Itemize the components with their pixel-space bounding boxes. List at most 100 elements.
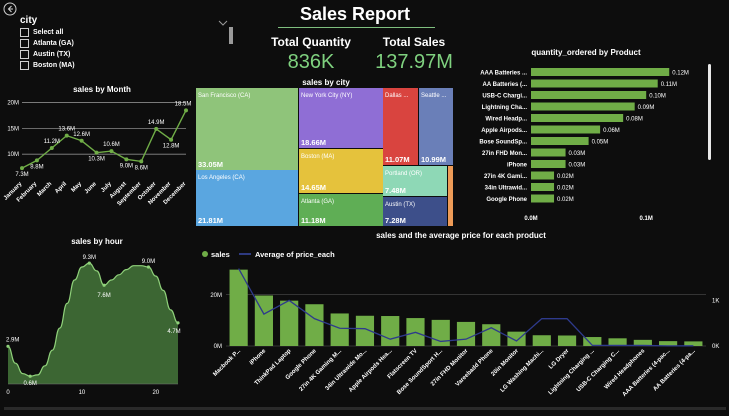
x-tick-label: Apple Airpods Hea... [348,348,394,394]
y-category-label: 34in Ultrawid... [485,186,528,192]
back-arrow-icon[interactable] [3,2,17,16]
checkbox[interactable] [20,60,29,70]
quantity-by-product-chart: quantity_ordered by Product AAA Batterie… [479,48,689,222]
data-label: 14.9M [148,120,165,126]
x-tick-label: July [100,181,113,194]
tile-value: 14.65M [301,183,326,192]
x-tick-label: LG Dryer [548,348,571,371]
x-tick-label: AAA Batteries (4-pac... [622,348,672,398]
data-label: 2.9M [6,337,19,343]
tile-value: 11.18M [301,216,326,225]
tile-label: Seattle ... [421,93,447,99]
data-label: 12.8M [163,144,180,150]
tile-label: New York City (NY) [301,93,352,99]
data-label: 0.02M [557,197,574,203]
kpi-total-sales: Total Sales 137.97M [368,35,460,74]
chart-title: sales by city [302,78,350,87]
data-label: 18.5M [175,101,192,107]
x-tick-label: AA Batteries (4-pa... [652,348,697,393]
data-point [102,283,106,287]
tile-label: San Francisco (CA) [198,93,250,99]
data-label: 7.6M [97,293,110,299]
sales-bar [305,304,324,346]
city-slicer: city Select all Atlanta (GA) Austin (TX)… [20,15,130,71]
bar [531,160,566,168]
data-label: 10.3M [88,157,105,163]
slicer-item-label: Austin (TX) [33,51,71,58]
bar [531,91,647,99]
scrollbar[interactable] [708,64,711,160]
kpi-value: 137.97M [375,51,453,73]
bottom-scrollbar[interactable] [4,407,726,410]
data-label: 0.03M [569,163,586,169]
x-tick-label: iPhone [249,348,268,367]
kpi-value: 836K [287,51,335,73]
tile-label: Austin (TX) [385,202,415,208]
bar [531,194,555,203]
y-tick-label: 10M [7,152,19,158]
data-point [79,138,84,143]
data-label: 8.6M [135,165,148,171]
y-category-label: Lightning Cha... [482,105,528,111]
checkbox[interactable] [20,27,29,37]
data-label: 0.02M [557,174,574,180]
slicer-item-label: Boston (MA) [33,62,75,69]
data-label: 7.3M [15,172,28,178]
tile-value: 10.99M [421,155,446,164]
chart-title: quantity_ordered by Product [531,48,641,57]
checkbox[interactable] [20,38,29,48]
data-label: 9.0M [142,259,155,265]
x-tick-label: Macbook P... [212,348,242,378]
kpi-label: Total Quantity [271,35,351,49]
chart-title: sales by hour [71,237,123,246]
slicer-item-label: Select all [33,29,64,36]
data-label: 4.7M [167,329,180,335]
slicer-item-atlanta[interactable]: Atlanta (GA) [20,38,130,49]
y-tick-label: 20M [210,293,222,299]
sales-bar [557,335,577,346]
bar [531,148,566,157]
data-label: 0.6M [24,381,37,387]
x-tick-label: May [71,181,84,194]
data-point [87,261,91,265]
tile-value: 7.28M [385,216,406,225]
data-label: 0.10M [649,94,666,100]
slicer-item-select-all[interactable]: Select all [20,27,130,38]
y-category-label: Google Phone [486,197,527,203]
x-tick-label: USB-C Charging C... [576,348,621,393]
checkbox[interactable] [20,49,29,59]
chevron-down-icon[interactable] [218,14,228,26]
sales-by-month-chart: sales by Month 10M15M20M7.3MJanuary8.8MF… [3,85,192,207]
tile-value: 7.48M [385,186,406,195]
data-label: 11.2M [44,139,60,145]
bar [531,183,555,191]
slicer-title: city [20,15,38,26]
page-title: Sales Report [299,4,411,24]
tile-label: Boston (MA) [301,154,334,160]
slicer-item-austin[interactable]: Austin (TX) [20,49,130,60]
slicer-item-label: Atlanta (GA) [33,40,74,47]
tile-label: Portland (OR) [385,171,422,177]
x-tick-label: LG Washing Machi... [500,348,546,394]
data-label: 0.12M [672,71,689,77]
x-tick-label: April [54,181,68,195]
data-point [176,321,180,325]
data-label: 12.6M [73,132,90,138]
chart-title: sales and the average price for each pro… [376,231,546,240]
slicer-scroll-handle[interactable] [229,27,233,44]
data-point [49,146,54,150]
legend-price-label: Average of price_each [255,250,335,259]
treemap-tile [419,88,453,165]
sales-and-avg-price-chart: sales and the average price for each pro… [202,231,719,398]
x-tick-label: 27in 4K Gaming M... [299,348,344,393]
tile-value: 21.81M [198,216,223,225]
data-point [28,374,32,378]
area-fill [8,263,178,384]
data-point [109,149,114,154]
data-point [64,133,69,138]
slicer-item-boston[interactable]: Boston (MA) [20,60,130,71]
data-label: 10.6M [103,142,120,148]
kpi-total-quantity: Total Quantity 836K [262,35,360,74]
data-label: 0.02M [557,186,574,192]
x-tick-label: 0.1M [640,216,653,222]
